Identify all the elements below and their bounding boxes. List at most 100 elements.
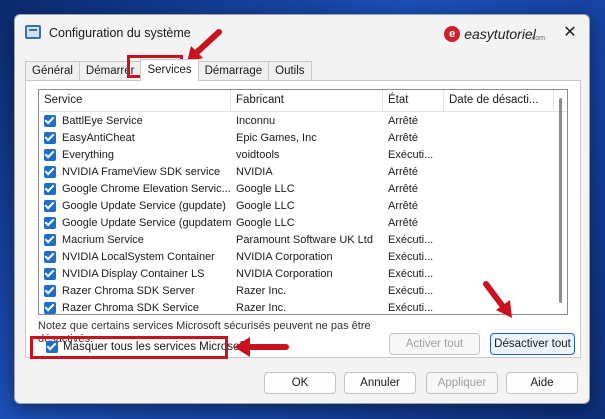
table-row[interactable]: Razer Chroma SDK Service Razer Inc. Exécut… <box>39 299 554 314</box>
column-header-service[interactable]: Service <box>39 90 231 111</box>
checkbox-checked-icon[interactable] <box>44 148 56 161</box>
service-name: NVIDIA LocalSystem Container <box>62 250 215 263</box>
service-cell: NVIDIA FrameView SDK service <box>39 165 231 178</box>
table-row[interactable]: Google Chrome Elevation Servic... Google … <box>39 180 554 197</box>
maker-cell: Google LLC <box>236 216 295 229</box>
checkbox-checked-icon[interactable] <box>44 114 56 127</box>
table-row[interactable]: NVIDIA LocalSystem Container NVIDIA Corpo… <box>39 248 554 265</box>
service-cell: Razer Chroma SDK Service <box>39 301 231 314</box>
state-cell: Exécuti... <box>388 250 434 263</box>
close-icon[interactable]: ✕ <box>559 23 581 43</box>
table-row[interactable]: EasyAntiCheat Epic Games, Inc Arrêté <box>39 129 554 146</box>
table-row[interactable]: Everything voidtools Exécuti... <box>39 146 554 163</box>
table-row[interactable]: NVIDIA Display Container LS NVIDIA Corpor… <box>39 265 554 282</box>
service-name: Razer Chroma SDK Server <box>62 284 195 297</box>
maker-cell: Paramount Software UK Ltd <box>236 233 373 246</box>
service-cell: Google Chrome Elevation Servic... <box>39 182 231 195</box>
column-header-date[interactable]: Date de désacti... <box>444 90 554 111</box>
table-row[interactable]: NVIDIA FrameView SDK service NVIDIA Arrêté <box>39 163 554 180</box>
maker-cell: Razer Inc. <box>236 301 287 314</box>
service-name: NVIDIA FrameView SDK service <box>62 165 221 178</box>
service-name: EasyAntiCheat <box>62 131 135 144</box>
state-cell: Arrêté <box>388 114 418 127</box>
maker-cell: Epic Games, Inc <box>236 131 317 144</box>
service-cell: Google Update Service (gupdate) <box>39 199 231 212</box>
service-cell: NVIDIA LocalSystem Container <box>39 250 231 263</box>
msconfig-app-icon <box>25 25 41 39</box>
service-rows: BattlEye Service Inconnu Arrêté EasyAntiChe… <box>39 112 554 314</box>
checkbox-checked-icon[interactable] <box>44 301 56 314</box>
hide-ms-highlight <box>30 336 228 359</box>
checkbox-checked-icon[interactable] <box>44 165 56 178</box>
service-name: NVIDIA Display Container LS <box>62 267 205 280</box>
window-title: Configuration du système <box>49 26 191 40</box>
column-header-maker[interactable]: Fabricant <box>231 90 383 111</box>
tab-strip: Général Démarrer Services Démarrage Outi… <box>25 59 312 81</box>
state-cell: Arrêté <box>388 216 418 229</box>
state-cell: Exécuti... <box>388 301 434 314</box>
state-cell: Arrêté <box>388 182 418 195</box>
service-name: Macrium Service <box>62 233 144 246</box>
checkbox-checked-icon[interactable] <box>44 267 56 280</box>
state-cell: Exécuti... <box>388 284 434 297</box>
brand-watermark: e easytutoriel .com <box>444 25 545 42</box>
service-cell: NVIDIA Display Container LS <box>39 267 231 280</box>
list-scrollbar[interactable] <box>552 90 567 314</box>
state-cell: Arrêté <box>388 199 418 212</box>
service-name: BattlEye Service <box>62 114 143 127</box>
checkbox-checked-icon[interactable] <box>44 199 56 212</box>
disable-all-button[interactable]: Désactiver tout <box>490 333 575 355</box>
state-cell: Exécuti... <box>388 233 434 246</box>
brand-suffix: .com <box>529 35 545 42</box>
checkbox-checked-icon[interactable] <box>44 233 56 246</box>
scroll-thumb[interactable] <box>559 98 562 303</box>
help-button[interactable]: Aide <box>506 372 578 394</box>
maker-cell: NVIDIA Corporation <box>236 250 333 263</box>
table-row[interactable]: Google Update Service (gupdate) Google LL… <box>39 197 554 214</box>
service-cell: Razer Chroma SDK Server <box>39 284 231 297</box>
checkbox-checked-icon[interactable] <box>44 250 56 263</box>
tab-tools[interactable]: Outils <box>268 61 312 81</box>
maker-cell: Google LLC <box>236 199 295 212</box>
table-row[interactable]: Macrium Service Paramount Software UK Ltd… <box>39 231 554 248</box>
service-cell: Google Update Service (gupdatem) <box>39 216 231 229</box>
arrow-to-hide-ms-icon <box>234 337 289 357</box>
brand-logo-icon: e <box>444 25 461 42</box>
maker-cell: voidtools <box>236 148 280 161</box>
service-cell: Macrium Service <box>39 233 231 246</box>
checkbox-checked-icon[interactable] <box>44 216 56 229</box>
service-cell: EasyAntiCheat <box>39 131 231 144</box>
maker-cell: Google LLC <box>236 182 295 195</box>
checkbox-checked-icon[interactable] <box>44 182 56 195</box>
list-header: Service Fabricant État Date de désacti..… <box>39 90 567 112</box>
ok-button[interactable]: OK <box>264 372 336 394</box>
cancel-button[interactable]: Annuler <box>344 372 416 394</box>
column-header-state[interactable]: État <box>383 90 444 111</box>
tab-services[interactable]: Services <box>140 59 199 81</box>
maker-cell: Razer Inc. <box>236 284 287 297</box>
tab-general[interactable]: Général <box>25 61 80 81</box>
checkbox-checked-icon[interactable] <box>44 131 56 144</box>
service-name: Google Update Service (gupdatem) <box>62 216 231 229</box>
service-name: Google Chrome Elevation Servic... <box>62 182 231 195</box>
maker-cell: Inconnu <box>236 114 276 127</box>
enable-all-button[interactable]: Activer tout <box>389 333 480 355</box>
service-name: Everything <box>62 148 114 161</box>
service-name: Razer Chroma SDK Service <box>62 301 199 314</box>
service-cell: Everything <box>39 148 231 161</box>
maker-cell: NVIDIA <box>236 165 273 178</box>
table-row[interactable]: Google Update Service (gupdatem) Google L… <box>39 214 554 231</box>
state-cell: Arrêté <box>388 165 418 178</box>
table-row[interactable]: BattlEye Service Inconnu Arrêté <box>39 112 554 129</box>
apply-button[interactable]: Appliquer <box>426 372 498 394</box>
arrow-to-disable-all-icon <box>483 281 512 318</box>
service-cell: BattlEye Service <box>39 114 231 127</box>
table-row[interactable]: Razer Chroma SDK Server Razer Inc. Exécuti… <box>39 282 554 299</box>
service-name: Google Update Service (gupdate) <box>62 199 226 212</box>
maker-cell: NVIDIA Corporation <box>236 267 333 280</box>
title-bar: Configuration du système e easytutoriel … <box>15 15 589 51</box>
brand-text: easytutoriel <box>464 25 536 42</box>
state-cell: Exécuti... <box>388 148 434 161</box>
state-cell: Arrêté <box>388 131 418 144</box>
checkbox-checked-icon[interactable] <box>44 284 56 297</box>
